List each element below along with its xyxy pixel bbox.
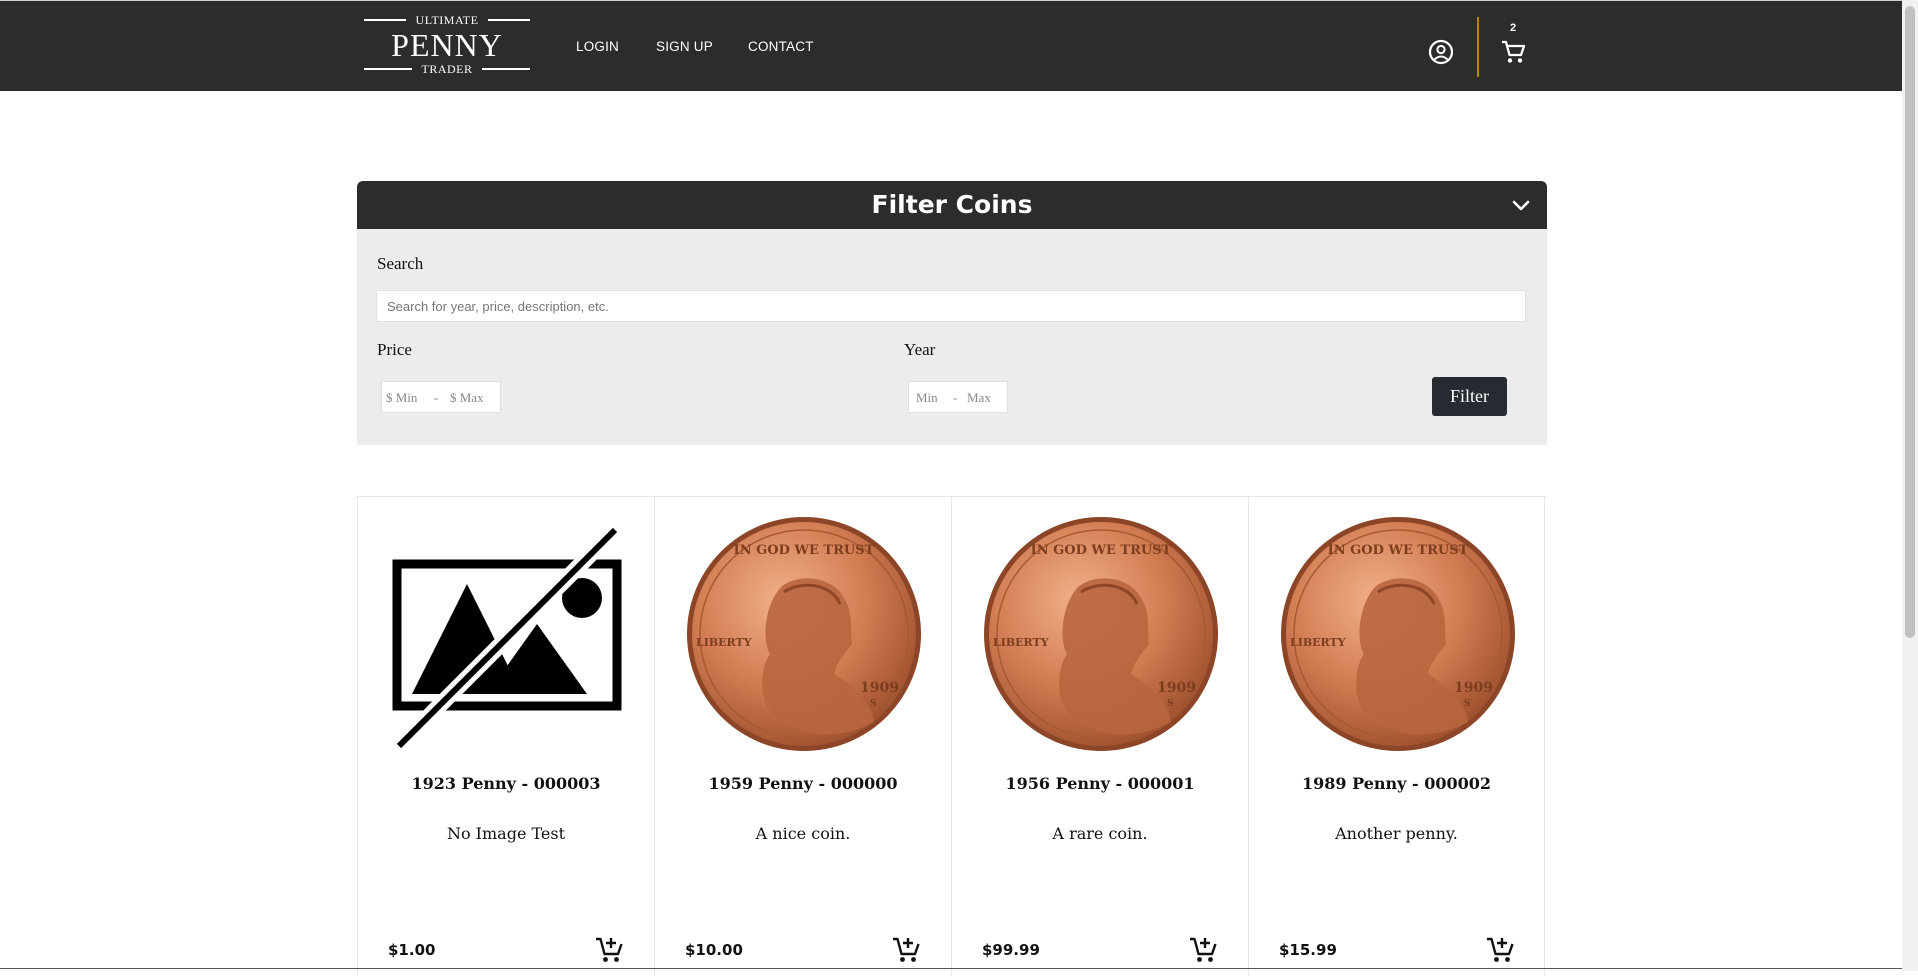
cart-icon[interactable]	[1500, 39, 1526, 65]
product-title[interactable]: 1959 Penny - 000000	[655, 774, 951, 793]
filter-button[interactable]: Filter	[1432, 377, 1507, 416]
price-label: Price	[377, 340, 412, 359]
logo-top-text: ULTIMATE	[415, 13, 479, 27]
coin-year-text: 1909	[860, 680, 899, 696]
product-description: A rare coin.	[1052, 824, 1148, 843]
price-min-field[interactable]: $ Min	[386, 390, 417, 406]
add-to-cart-icon[interactable]	[594, 934, 624, 964]
coin-legend-text: IN GOD WE TRUST	[734, 543, 875, 558]
coin-mint-text: S	[870, 699, 877, 709]
logo-bottom-text: TRADER	[421, 62, 473, 76]
window-bottom-edge	[0, 968, 1902, 969]
add-to-cart-icon[interactable]	[1188, 934, 1218, 964]
nav-login-link[interactable]: LOGIN	[576, 39, 619, 54]
coin-year-text: 1909	[1157, 680, 1196, 696]
product-price: $1.00	[388, 941, 436, 959]
top-navbar: ULTIMATE PENNY TRADER LOGIN SIGN UP CONT…	[0, 0, 1902, 91]
penny-coin-image: IN GOD WE TRUST LIBERTY 1909 S	[984, 517, 1218, 751]
add-to-cart-icon[interactable]	[891, 934, 921, 964]
logo-main-text: PENNY	[391, 27, 503, 63]
coin-legend-text: IN GOD WE TRUST	[1328, 543, 1469, 558]
no-image-icon	[392, 524, 622, 752]
account-circle-icon[interactable]	[1428, 39, 1454, 65]
product-description: A nice coin.	[755, 824, 851, 843]
chevron-down-icon[interactable]	[1511, 195, 1531, 215]
coin-year-text: 1909	[1454, 680, 1493, 696]
coin-liberty-text: LIBERTY	[1290, 636, 1346, 649]
year-max-field[interactable]: Max	[967, 390, 991, 406]
coin-liberty-text: LIBERTY	[696, 636, 752, 649]
year-range-separator: -	[953, 390, 958, 405]
coin-mint-text: S	[1167, 699, 1174, 709]
header-divider	[1477, 17, 1479, 77]
coin-mint-text: S	[1464, 699, 1471, 709]
year-range-input[interactable]: Min - Max	[908, 381, 1008, 413]
scrollbar-thumb[interactable]	[1905, 6, 1915, 638]
coin-liberty-text: LIBERTY	[993, 636, 1049, 649]
penny-coin-image: IN GOD WE TRUST LIBERTY 1909 S	[687, 517, 921, 751]
price-range-separator: -	[434, 390, 439, 405]
add-to-cart-icon[interactable]	[1485, 934, 1515, 964]
product-title[interactable]: 1989 Penny - 000002	[1249, 774, 1544, 793]
year-label: Year	[904, 340, 936, 359]
product-price: $15.99	[1279, 941, 1337, 959]
product-card[interactable]: IN GOD WE TRUST LIBERTY 1909 S 1989 Penn…	[1248, 496, 1545, 976]
price-range-input[interactable]: $ Min - $ Max	[381, 381, 501, 413]
product-title[interactable]: 1923 Penny - 000003	[358, 774, 654, 793]
penny-coin-image: IN GOD WE TRUST LIBERTY 1909 S	[1281, 517, 1515, 751]
search-input[interactable]	[376, 290, 1526, 322]
year-min-field[interactable]: Min	[916, 390, 938, 406]
product-card[interactable]: IN GOD WE TRUST LIBERTY 1909 S 1959 Penn…	[654, 496, 951, 976]
coin-legend-text: IN GOD WE TRUST	[1031, 543, 1172, 558]
product-description: Another penny.	[1335, 824, 1458, 843]
product-card[interactable]: IN GOD WE TRUST LIBERTY 1909 S 1956 Penn…	[951, 496, 1248, 976]
nav-signup-link[interactable]: SIGN UP	[656, 39, 713, 54]
product-description: No Image Test	[446, 824, 566, 843]
search-label: Search	[377, 254, 424, 273]
filter-panel-header[interactable]: Filter Coins	[357, 181, 1547, 229]
product-price: $99.99	[982, 941, 1040, 959]
cart-count-badge: 2	[1509, 22, 1517, 34]
product-title[interactable]: 1956 Penny - 000001	[952, 774, 1248, 793]
product-card[interactable]: 1923 Penny - 000003 No Image Test $1.00	[357, 496, 654, 976]
filter-panel-title: Filter Coins	[871, 190, 1033, 219]
price-max-field[interactable]: $ Max	[450, 390, 484, 406]
nav-contact-link[interactable]: CONTACT	[748, 39, 814, 54]
site-logo[interactable]: ULTIMATE PENNY TRADER	[364, 13, 530, 76]
product-price: $10.00	[685, 941, 743, 959]
vertical-scrollbar[interactable]	[1902, 0, 1918, 971]
